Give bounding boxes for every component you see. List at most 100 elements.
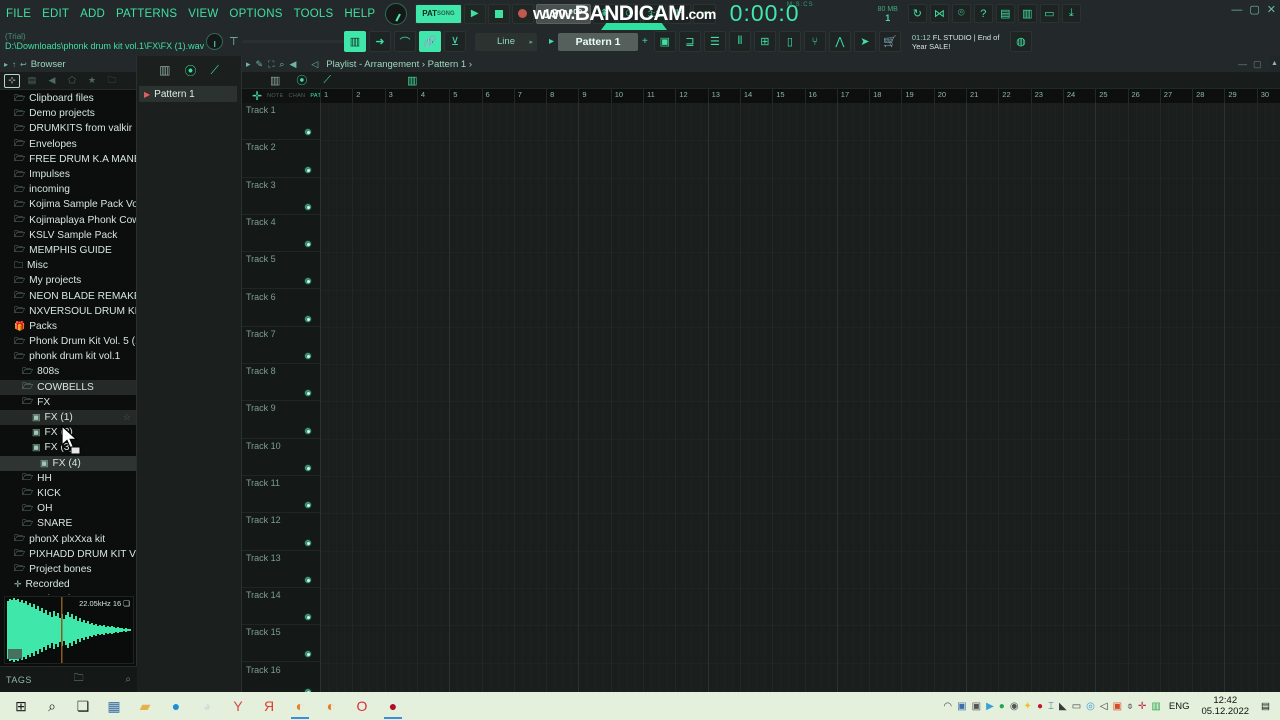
track-enable-led[interactable] <box>304 352 312 361</box>
volume-icon[interactable]: ◁ <box>1100 701 1108 712</box>
tree-item[interactable]: 🗁 KICK <box>0 486 136 501</box>
track-name-label[interactable]: Track 13 <box>246 553 281 563</box>
browser-tree[interactable]: 🗁 Clipboard files 🗁 Demo projects 🗁 DRUMKITS … <box>0 90 136 595</box>
tree-item[interactable]: 🗁FREE DRUM K.A MANE VOL.1 <box>0 152 136 167</box>
language-indicator[interactable]: ENG <box>1165 701 1194 712</box>
up-arrow-icon[interactable]: ↑ <box>12 60 16 69</box>
track-enable-led[interactable] <box>304 389 312 398</box>
arrow-icon[interactable]: ▸ <box>246 59 251 70</box>
menu-tools[interactable]: TOOLS <box>292 7 336 21</box>
refresh-icon[interactable]: ↻ <box>907 4 927 23</box>
edge-browser[interactable]: ● <box>161 693 191 719</box>
tree-item[interactable]: 🗁Kojimaplaya Phonk Cowbell <box>0 213 136 228</box>
notification-banner[interactable]: 01:12 FL STUDIO | End of Year SALE! <box>912 33 1000 51</box>
track-header[interactable]: Track 7 <box>242 327 320 365</box>
menu-patterns[interactable]: PATTERNS <box>114 7 179 21</box>
tree-item[interactable]: 🗁 MEMPHIS GUIDE <box>0 243 136 258</box>
wifi-icon[interactable]: ◣ <box>1059 701 1067 712</box>
menu-view[interactable]: VIEW <box>186 7 220 21</box>
track-name-label[interactable]: Track 12 <box>246 515 281 525</box>
channel-rack-icon[interactable]: ⫴ <box>728 31 751 52</box>
start-button[interactable]: ⊞ <box>6 693 36 719</box>
tree-item[interactable]: ▣ FX (2) <box>0 425 136 440</box>
pattern-selector[interactable]: ▸ Pattern 1 + <box>549 32 648 51</box>
track-name-label[interactable]: Track 8 <box>246 366 276 376</box>
pattern-play-icon[interactable]: ▶ <box>144 90 150 99</box>
track-header[interactable]: Track 8 <box>242 364 320 402</box>
tree-item[interactable]: 🗁 DRUMKITS from valkir <box>0 121 136 136</box>
pattern-list-item[interactable]: ▶ Pattern 1 <box>139 86 237 102</box>
add-track-button[interactable]: ✛ <box>252 89 262 103</box>
master-volume-knob[interactable] <box>385 2 408 25</box>
tree-item[interactable]: 🗁 KSLV Sample Pack <box>0 228 136 243</box>
tree-item[interactable]: 🗁 phonk drum kit vol.1 <box>0 349 136 364</box>
piano-icon[interactable]: ▥ <box>270 74 280 87</box>
chevron-right-icon[interactable]: ▸ <box>549 36 554 47</box>
mute-icon[interactable]: ◀ <box>289 59 296 70</box>
app-icon-3[interactable]: ▣ <box>1113 701 1122 712</box>
globe-icon[interactable]: ✛ <box>1138 701 1146 712</box>
sun-icon[interactable]: ✦ <box>1024 701 1032 712</box>
tree-item[interactable]: 🗁 Envelopes <box>0 137 136 152</box>
track-enable-led[interactable] <box>304 650 312 659</box>
slide-tool-icon[interactable]: ⌒ <box>394 31 416 52</box>
eye-icon[interactable]: ◉ <box>1010 701 1019 712</box>
track-enable-led[interactable] <box>304 202 312 211</box>
automation-icon[interactable]: ⟋ <box>323 74 331 87</box>
track-header[interactable]: Track 4 <box>242 215 320 253</box>
pencil-icon[interactable]: ✎ <box>256 59 264 70</box>
browser-toggle-icon[interactable]: ⊞ <box>753 31 776 52</box>
save-as-icon[interactable]: ▥ <box>1017 4 1037 23</box>
track-enable-led[interactable] <box>304 501 312 510</box>
shop-icon[interactable]: 🛒 <box>878 31 901 52</box>
tree-item[interactable]: 🗁Kojima Sample Pack Vol 1.0 <box>0 197 136 212</box>
track-name-label[interactable]: Track 4 <box>246 217 276 227</box>
track-name-label[interactable]: Track 11 <box>246 478 280 488</box>
pattern-value[interactable]: Pattern 1 <box>558 32 639 51</box>
track-enable-led[interactable] <box>304 613 312 622</box>
track-enable-led[interactable] <box>304 165 312 174</box>
tree-item[interactable]: 🗁 Impulses <box>0 167 136 182</box>
scroll-up-button[interactable]: ▲ <box>1269 56 1280 70</box>
yandex-app[interactable]: Я <box>254 693 284 719</box>
time-display[interactable]: 0:00:0 M:S:CS <box>730 0 813 27</box>
track-header[interactable]: Track 11 <box>242 476 320 514</box>
pattern-icon[interactable]: ▥ <box>407 74 417 87</box>
menu-help[interactable]: HELP <box>342 7 377 21</box>
tree-item[interactable]: 🎁 Packs <box>0 319 136 334</box>
snap-select[interactable]: Line ▸ <box>475 32 537 51</box>
maximize-button[interactable]: ▢ <box>1249 5 1259 16</box>
track-header[interactable]: Track 5 <box>242 252 320 290</box>
automation-icon[interactable]: ⋀ <box>828 31 851 52</box>
sound-filter-icon[interactable]: ◀ <box>44 74 60 88</box>
tree-item[interactable]: ▣ FX (1) ☆ <box>0 409 136 426</box>
headset-icon[interactable]: ◠ <box>943 701 952 712</box>
tree-item[interactable]: 🗁PIXHADD DRUM KIT VOL 1 <box>0 547 136 562</box>
star-filter-icon[interactable]: ★ <box>84 74 100 88</box>
tree-item[interactable]: 🗁 Project bones <box>0 562 136 577</box>
tree-item[interactable]: ▣ FX (4) <box>0 455 136 471</box>
hint-knob[interactable] <box>206 33 223 50</box>
tree-item[interactable]: ✛ Rendered <box>0 592 136 595</box>
download-icon[interactable]: ⤓ <box>1061 4 1081 23</box>
track-header[interactable]: Track 14 <box>242 588 320 626</box>
step-sequencer-icon[interactable]: ☰ <box>703 31 726 52</box>
app-icon-1[interactable]: ▣ <box>957 701 966 712</box>
tree-item[interactable]: 🗁 SNARE <box>0 516 136 531</box>
play-button[interactable]: ▶ <box>463 3 486 24</box>
track-header[interactable]: Track 6 <box>242 290 320 327</box>
select-icon[interactable]: ⛶ <box>268 59 274 70</box>
link-tool-icon[interactable]: 🔗 <box>419 31 441 52</box>
tree-item[interactable]: 🗀 Misc <box>0 258 136 273</box>
track-header[interactable]: Track 3 <box>242 178 320 215</box>
microphone-icon[interactable]: ⌽ <box>1127 701 1133 712</box>
track-name-label[interactable]: Track 16 <box>246 665 281 675</box>
track-name-label[interactable]: Track 3 <box>246 180 276 190</box>
tree-item[interactable]: 🗁 phonX plxXxa kit <box>0 531 136 546</box>
chart-icon[interactable]: ▥ <box>1151 701 1160 712</box>
file-filter-icon[interactable]: ▤ <box>24 74 40 88</box>
chat-icon[interactable]: ▭ <box>1039 4 1059 23</box>
track-header[interactable]: Track 12 <box>242 513 320 551</box>
track-name-label[interactable]: Track 5 <box>246 254 276 264</box>
globe-icon[interactable]: ◍ <box>1009 31 1032 52</box>
